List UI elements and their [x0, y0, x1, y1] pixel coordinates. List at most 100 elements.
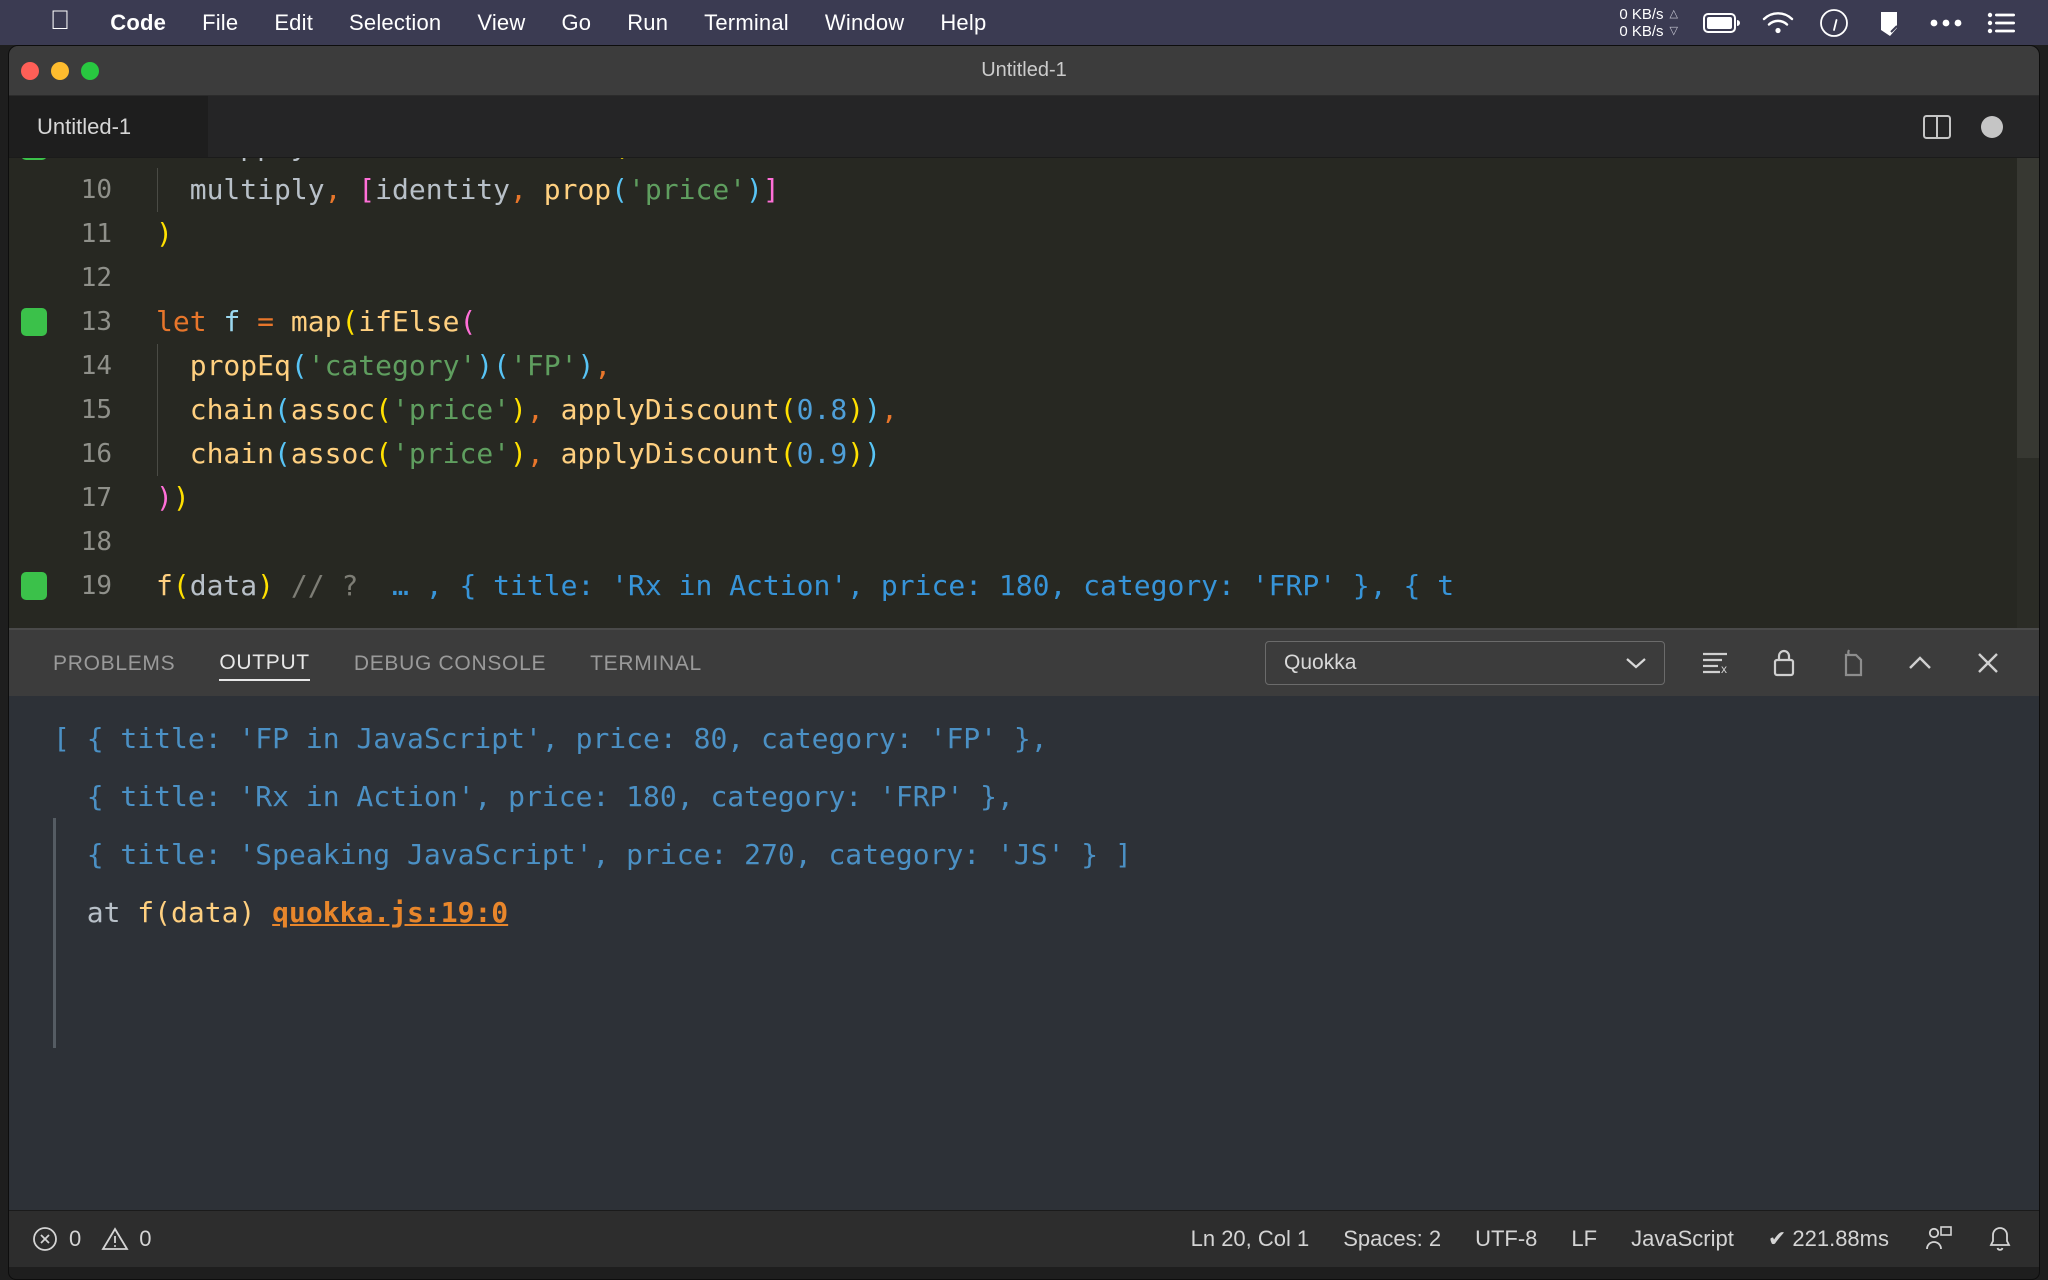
macos-menu-bar:  Code File Edit Selection View Go Run T…	[0, 0, 2048, 45]
code-token: )	[510, 437, 527, 470]
code-line[interactable]: 9let applyDiscount = useWith(	[9, 158, 2039, 168]
code-token: ,	[510, 173, 544, 206]
quokka-gutter-marker-icon	[21, 158, 47, 160]
menu-item-selection[interactable]: Selection	[331, 10, 459, 36]
panel-actions: x	[1699, 646, 2039, 680]
output-lines: quokka Untitled-1.js (node: v12.14.0) [ {…	[9, 696, 2039, 942]
apple-icon[interactable]: 	[0, 7, 92, 34]
code-token: ]	[762, 173, 780, 206]
menu-item-view[interactable]: View	[459, 10, 543, 36]
tab-output[interactable]: OUTPUT	[219, 645, 310, 681]
line-number: 16	[80, 439, 112, 469]
bottom-panel: PROBLEMS OUTPUT DEBUG CONSOLE TERMINAL Q…	[9, 630, 2039, 1210]
output-channel-select[interactable]: Quokka	[1265, 641, 1665, 685]
open-in-editor-icon[interactable]	[1835, 646, 1869, 680]
code-token: )	[864, 437, 881, 470]
eol-setting[interactable]: LF	[1571, 1226, 1597, 1252]
line-number: 18	[80, 527, 112, 557]
code-token: (	[341, 305, 359, 338]
unsaved-dot-icon[interactable]	[1981, 115, 2003, 138]
ellipsis-icon[interactable]	[1918, 0, 1974, 45]
code-line[interactable]: 19 f(data) // ? … , { title: 'Rx in Actio…	[9, 564, 2039, 608]
code-token: assoc	[290, 437, 376, 470]
code-line[interactable]: 12	[9, 256, 2039, 300]
output-panel-body[interactable]: quokka Untitled-1.js (node: v12.14.0) [ {…	[9, 696, 2039, 1210]
line-source: let f = map(ifElse(	[134, 300, 476, 344]
menu-item-window[interactable]: Window	[807, 10, 922, 36]
code-token: (	[611, 158, 628, 162]
clock-icon[interactable]	[1806, 0, 1862, 45]
code-token: useWith	[493, 158, 611, 162]
feedback-icon[interactable]	[1923, 1224, 1953, 1254]
code-token: (	[375, 393, 393, 426]
menu-item-code[interactable]: Code	[92, 10, 184, 36]
code-token: chain	[156, 437, 275, 470]
menu-item-help[interactable]: Help	[922, 10, 1004, 36]
encoding-setting[interactable]: UTF-8	[1475, 1226, 1537, 1252]
output-line: at f(data) quokka.js:19:0	[9, 884, 2039, 942]
code-line[interactable]: 11)	[9, 212, 2039, 256]
menu-item-file[interactable]: File	[184, 10, 256, 36]
code-line[interactable]: 15 chain(assoc('price'), applyDiscount(0…	[9, 388, 2039, 432]
bell-icon[interactable]	[1987, 1224, 2013, 1254]
menu-item-go[interactable]: Go	[543, 10, 609, 36]
code-token: (	[493, 349, 511, 382]
menu-item-run[interactable]: Run	[609, 10, 686, 36]
editor-tabbar: Untitled-1	[9, 96, 2039, 158]
battery-icon[interactable]	[1694, 0, 1750, 45]
panel-header: PROBLEMS OUTPUT DEBUG CONSOLE TERMINAL Q…	[9, 630, 2039, 696]
network-upload-speed: 0 KB/s	[1619, 5, 1664, 23]
code-token: )	[476, 349, 494, 382]
code-token: )	[847, 393, 865, 426]
tab-problems[interactable]: PROBLEMS	[53, 646, 175, 680]
lock-scrolling-icon[interactable]	[1767, 646, 1801, 680]
output-line: [ { title: 'FP in JavaScript', price: 80…	[9, 710, 2039, 768]
code-line[interactable]: 17))	[9, 476, 2039, 520]
editor-horizontal-scrollbar[interactable]	[9, 628, 2039, 630]
code-editor[interactable]: 9let applyDiscount = useWith(10 multiply…	[9, 158, 2039, 630]
menu-item-terminal[interactable]: Terminal	[686, 10, 807, 36]
editor-scrollbar-thumb[interactable]	[2017, 158, 2039, 458]
maximize-panel-icon[interactable]	[1903, 646, 1937, 680]
code-token: chain	[156, 393, 275, 426]
code-token: )	[847, 437, 865, 470]
code-line[interactable]: 14 propEq('category')('FP'),	[9, 344, 2039, 388]
code-line[interactable]: 18	[9, 520, 2039, 564]
wifi-icon[interactable]	[1750, 0, 1806, 45]
clear-output-icon[interactable]: x	[1699, 646, 1733, 680]
control-center-icon[interactable]	[1974, 0, 2030, 45]
cursor-position[interactable]: Ln 20, Col 1	[1191, 1226, 1310, 1252]
dropbox-icon[interactable]	[1862, 0, 1918, 45]
code-line[interactable]: 16 chain(assoc('price'), applyDiscount(0…	[9, 432, 2039, 476]
indent-guide	[157, 168, 158, 212]
code-token: applyDiscount	[560, 437, 780, 470]
line-number: 15	[80, 395, 112, 425]
tabbar-filler	[209, 96, 1921, 157]
quokka-status[interactable]: ✔ 221.88ms	[1768, 1226, 1889, 1252]
code-token: let	[156, 158, 223, 162]
code-token: =	[459, 158, 493, 162]
language-mode[interactable]: JavaScript	[1631, 1226, 1734, 1252]
network-speed-indicator[interactable]: 0 KB/s 0 KB/s △ ▽	[1619, 6, 1678, 40]
menu-item-edit[interactable]: Edit	[256, 10, 331, 36]
code-token: (	[274, 393, 291, 426]
code-line[interactable]: 10 multiply, [identity, prop('price')]	[9, 168, 2039, 212]
output-line: quokka Untitled-1.js (node: v12.14.0)	[9, 696, 2039, 710]
quokka-gutter-marker-icon	[21, 572, 47, 600]
status-right-group: Ln 20, Col 1 Spaces: 2 UTF-8 LF JavaScri…	[1191, 1224, 2039, 1254]
error-circle-icon	[31, 1225, 59, 1253]
indentation-setting[interactable]: Spaces: 2	[1343, 1226, 1441, 1252]
line-source: multiply, [identity, prop('price')]	[134, 168, 780, 212]
split-editor-icon[interactable]	[1921, 111, 1953, 143]
status-problems-group[interactable]: 0 0	[9, 1225, 152, 1253]
editor-tab-untitled-1[interactable]: Untitled-1	[9, 96, 209, 157]
code-token: … , { title: 'Rx in Action', price: 180,…	[375, 569, 1455, 602]
output-source-link[interactable]: quokka.js:19:0	[272, 896, 508, 929]
editor-vertical-scrollbar[interactable]	[2017, 158, 2039, 630]
code-lines: 9let applyDiscount = useWith(10 multiply…	[9, 158, 2039, 608]
tab-debug-console[interactable]: DEBUG CONSOLE	[354, 646, 546, 680]
close-panel-icon[interactable]	[1971, 646, 2005, 680]
tab-terminal[interactable]: TERMINAL	[590, 646, 702, 680]
code-line[interactable]: 13 let f = map(ifElse(	[9, 300, 2039, 344]
code-token: 'category'	[307, 349, 477, 382]
